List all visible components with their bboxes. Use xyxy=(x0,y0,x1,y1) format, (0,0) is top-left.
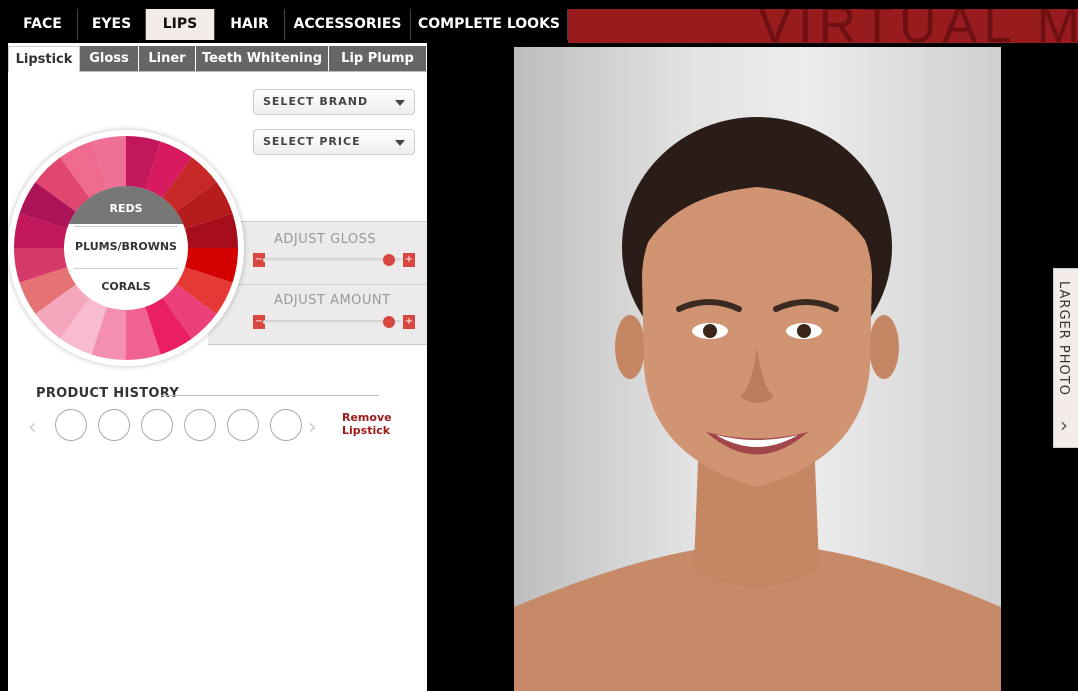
select-brand-label: SELECT BRAND xyxy=(263,95,369,108)
larger-photo-tab[interactable]: LARGER PHOTO › xyxy=(1053,268,1078,448)
model-photo xyxy=(514,47,1001,691)
color-wheel[interactable]: REDS PLUMS/BROWNS CORALS xyxy=(8,130,244,366)
chevron-right-icon[interactable]: › xyxy=(308,415,317,440)
subtab-divider xyxy=(80,71,427,72)
gloss-slider[interactable]: − + xyxy=(253,253,415,267)
select-price-dropdown[interactable]: SELECT PRICE xyxy=(253,129,415,155)
remove-lipstick-link[interactable]: Remove Lipstick xyxy=(342,411,392,437)
remove-lipstick-line2: Lipstick xyxy=(342,424,391,437)
gloss-slider-track xyxy=(263,258,401,262)
model-portrait-illustration xyxy=(514,117,1001,691)
adjust-gloss-label: ADJUST GLOSS xyxy=(274,232,377,247)
subtab-teeth-whitening[interactable]: Teeth Whitening xyxy=(196,46,329,72)
subtab-gloss[interactable]: Gloss xyxy=(80,46,139,72)
select-brand-dropdown[interactable]: SELECT BRAND xyxy=(253,89,415,115)
amount-slider[interactable]: − + xyxy=(253,315,415,329)
plus-icon[interactable]: + xyxy=(403,315,415,329)
lip-subtabs: Lipstick Gloss Liner Teeth Whitening Lip… xyxy=(8,46,427,72)
color-family-corals[interactable]: CORALS xyxy=(64,270,188,310)
adjust-amount-label: ADJUST AMOUNT xyxy=(274,293,391,308)
color-family-selector: REDS PLUMS/BROWNS CORALS xyxy=(64,186,188,310)
subtab-lipstick[interactable]: Lipstick xyxy=(8,46,80,72)
amount-slider-handle[interactable] xyxy=(382,316,395,328)
top-navigation: FACE EYES LIPS HAIR ACCESSORIES COMPLETE… xyxy=(0,0,1078,43)
history-slot[interactable] xyxy=(98,409,130,441)
subtab-lip-plump[interactable]: Lip Plump xyxy=(329,46,427,72)
nav-tab-lips[interactable]: LIPS xyxy=(146,9,215,40)
history-slot[interactable] xyxy=(270,409,302,441)
subtab-liner[interactable]: Liner xyxy=(139,46,196,72)
amount-slider-track xyxy=(263,320,401,324)
product-history-label: PRODUCT HISTORY xyxy=(36,386,180,401)
color-family-plums-browns[interactable]: PLUMS/BROWNS xyxy=(64,227,188,267)
history-slot[interactable] xyxy=(227,409,259,441)
divider xyxy=(74,268,178,269)
nav-tab-complete-looks[interactable]: COMPLETE LOOKS xyxy=(411,9,568,40)
history-slot[interactable] xyxy=(184,409,216,441)
nav-tab-accessories[interactable]: ACCESSORIES xyxy=(285,9,411,40)
nav-tab-hair[interactable]: HAIR xyxy=(215,9,285,40)
nav-tab-face[interactable]: FACE xyxy=(8,9,78,40)
chevron-right-icon: › xyxy=(1060,413,1068,437)
history-slot[interactable] xyxy=(55,409,87,441)
plus-icon[interactable]: + xyxy=(403,253,415,267)
chevron-down-icon xyxy=(395,100,405,106)
select-price-label: SELECT PRICE xyxy=(263,135,361,148)
lip-options-panel: Lipstick Gloss Liner Teeth Whitening Lip… xyxy=(8,43,427,691)
chevron-left-icon[interactable]: ‹ xyxy=(28,415,37,440)
nav-tab-eyes[interactable]: EYES xyxy=(78,9,146,40)
banner-title: VIRTUAL M xyxy=(757,9,1078,43)
history-slot[interactable] xyxy=(141,409,173,441)
larger-photo-label: LARGER PHOTO xyxy=(1056,281,1071,396)
product-history-rule xyxy=(161,395,379,396)
remove-lipstick-line1: Remove xyxy=(342,411,392,424)
brand-banner: VIRTUAL M xyxy=(568,9,1078,43)
gloss-slider-handle[interactable] xyxy=(382,254,395,266)
category-tabs: FACE EYES LIPS HAIR ACCESSORIES COMPLETE… xyxy=(8,9,568,40)
color-family-reds[interactable]: REDS xyxy=(64,186,188,224)
chevron-down-icon xyxy=(395,140,405,146)
